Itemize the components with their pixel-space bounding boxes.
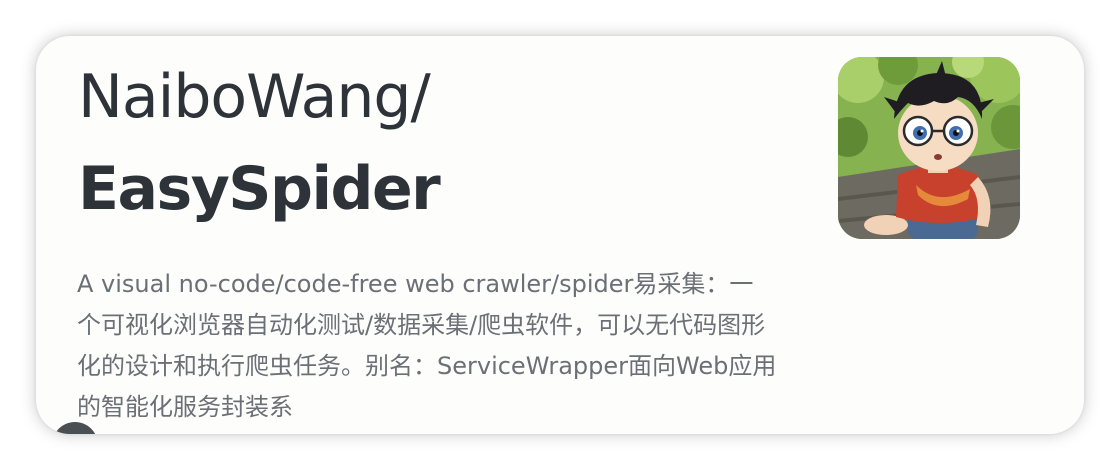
owner-avatar <box>838 57 1020 239</box>
anime-boy-avatar-icon <box>838 57 1020 239</box>
repo-name: EasySpider <box>78 154 441 224</box>
repo-owner: NaiboWang/ <box>78 62 431 132</box>
repo-card[interactable]: NaiboWang/ EasySpider A visual no-code/c… <box>36 36 1084 434</box>
repo-description: A visual no-code/code-free web crawler/s… <box>77 270 777 421</box>
